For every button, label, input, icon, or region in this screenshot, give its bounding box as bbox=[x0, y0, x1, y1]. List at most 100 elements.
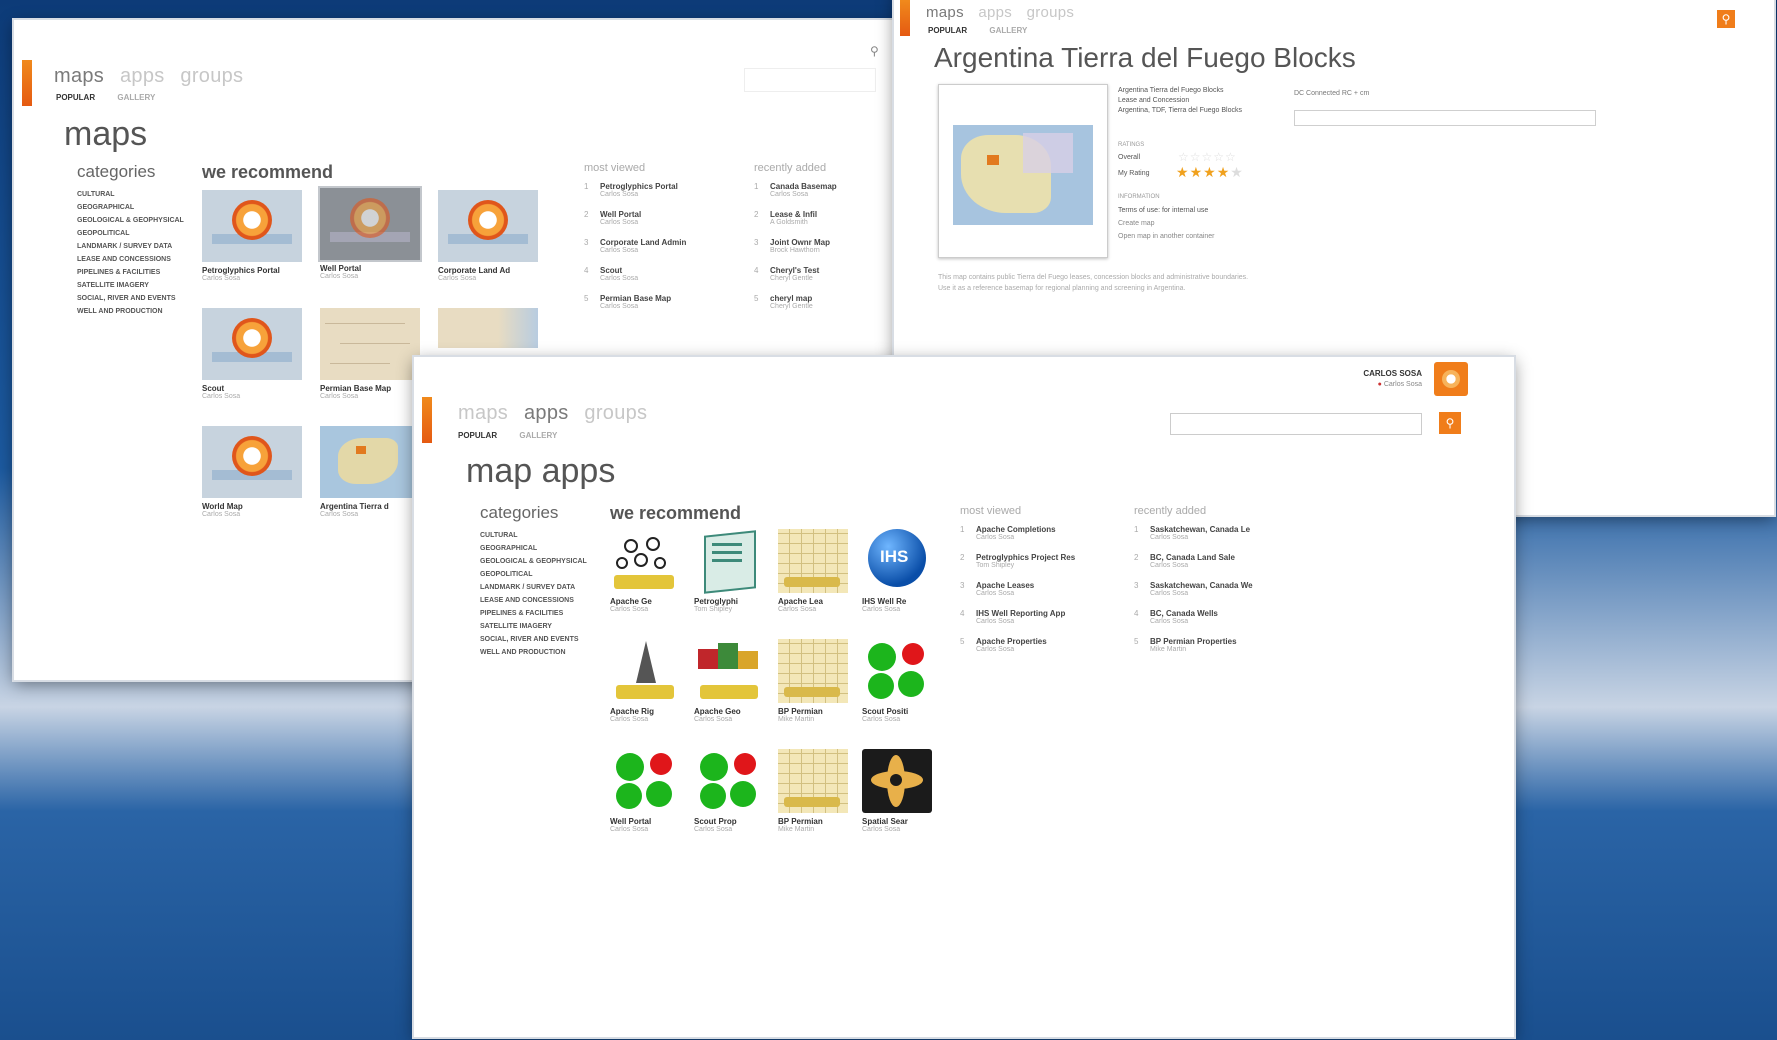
app-tile[interactable]: Apache Geo Carlos Sosa bbox=[694, 639, 770, 723]
map-tile[interactable]: Permian Base Map Carlos Sosa bbox=[320, 308, 420, 400]
list-item[interactable]: 4 IHS Well Reporting App Carlos Sosa bbox=[960, 609, 1075, 637]
map-tile[interactable]: Petroglyphics Portal Carlos Sosa bbox=[202, 190, 302, 282]
list-item[interactable]: 1 Apache Completions Carlos Sosa bbox=[960, 525, 1075, 553]
star-icon[interactable]: ★ bbox=[1190, 164, 1204, 180]
map-title: Well Portal bbox=[320, 264, 362, 273]
list-item[interactable]: 2 Petroglyphics Project Res Tom Shipley bbox=[960, 553, 1075, 581]
list-item[interactable]: 1 Canada Basemap Carlos Sosa bbox=[754, 182, 837, 210]
list-item[interactable]: 2 Well Portal Carlos Sosa bbox=[584, 210, 686, 238]
nav-maps[interactable]: maps bbox=[458, 402, 508, 425]
nav-apps[interactable]: apps bbox=[978, 4, 1012, 21]
subnav-popular[interactable]: POPULAR bbox=[56, 93, 95, 102]
subnav-gallery[interactable]: GALLERY bbox=[519, 431, 557, 440]
map-tile[interactable]: Corporate Land Ad Carlos Sosa bbox=[438, 190, 538, 282]
category-item[interactable]: PIPELINES & FACILITIES bbox=[77, 266, 184, 279]
nav-maps[interactable]: maps bbox=[54, 65, 104, 88]
category-item[interactable]: GEOPOLITICAL bbox=[480, 568, 587, 581]
star-icon[interactable]: ★ bbox=[1203, 164, 1217, 180]
app-tile[interactable]: Spatial Sear Carlos Sosa bbox=[862, 749, 938, 833]
subnav-popular[interactable]: POPULAR bbox=[458, 431, 497, 440]
open-map-link[interactable]: Open map in another container bbox=[1118, 230, 1215, 243]
avatar[interactable] bbox=[1434, 362, 1468, 396]
page-title: Argentina Tierra del Fuego Blocks bbox=[934, 42, 1356, 73]
nav-apps[interactable]: apps bbox=[524, 402, 569, 425]
category-item[interactable]: CULTURAL bbox=[480, 529, 587, 542]
list-item[interactable]: 5 cheryl map Cheryl Gentle bbox=[754, 294, 837, 322]
app-owner: Carlos Sosa bbox=[610, 716, 649, 723]
map-thumbnail bbox=[318, 186, 422, 262]
category-item[interactable]: LANDMARK / SURVEY DATA bbox=[480, 581, 587, 594]
list-item[interactable]: 5 Permian Base Map Carlos Sosa bbox=[584, 294, 686, 322]
nav-maps[interactable]: maps bbox=[926, 4, 964, 21]
nav-groups[interactable]: groups bbox=[584, 402, 647, 425]
category-item[interactable]: GEOGRAPHICAL bbox=[77, 201, 184, 214]
map-tile[interactable]: Well Portal Carlos Sosa bbox=[318, 186, 422, 280]
app-tile[interactable]: Scout Prop Carlos Sosa bbox=[694, 749, 770, 833]
app-tile[interactable]: BP Permian Mike Martin bbox=[778, 749, 854, 833]
my-rating-stars[interactable]: ★★★★★ bbox=[1176, 164, 1244, 181]
map-tile[interactable]: Scout Carlos Sosa bbox=[202, 308, 302, 400]
map-preview[interactable] bbox=[938, 84, 1108, 258]
list-item[interactable]: 3 Corporate Land Admin Carlos Sosa bbox=[584, 238, 686, 266]
star-icon[interactable]: ★ bbox=[1217, 164, 1231, 180]
user-name[interactable]: CARLOS SOSA bbox=[1363, 369, 1422, 378]
category-item[interactable]: LANDMARK / SURVEY DATA bbox=[77, 240, 184, 253]
app-tile[interactable]: Well Portal Carlos Sosa bbox=[610, 749, 686, 833]
nav-groups[interactable]: groups bbox=[1027, 4, 1075, 21]
star-icon[interactable]: ★ bbox=[1230, 164, 1244, 180]
nav-apps[interactable]: apps bbox=[120, 65, 165, 88]
app-tile[interactable]: BP Permian Mike Martin bbox=[778, 639, 854, 723]
search-icon[interactable]: ⚲ bbox=[870, 44, 879, 58]
category-item[interactable]: GEOLOGICAL & GEOPHYSICAL bbox=[480, 555, 587, 568]
list-item[interactable]: 3 Saskatchewan, Canada We Carlos Sosa bbox=[1134, 581, 1253, 609]
subnav-gallery[interactable]: GALLERY bbox=[989, 26, 1027, 35]
list-item[interactable]: 5 Apache Properties Carlos Sosa bbox=[960, 637, 1075, 665]
category-item[interactable]: WELL AND PRODUCTION bbox=[77, 305, 184, 318]
subnav-gallery[interactable]: GALLERY bbox=[117, 93, 155, 102]
category-item[interactable]: WELL AND PRODUCTION bbox=[480, 646, 587, 659]
category-item[interactable]: LEASE AND CONCESSIONS bbox=[480, 594, 587, 607]
list-item[interactable]: 1 Petroglyphics Portal Carlos Sosa bbox=[584, 182, 686, 210]
app-tile[interactable]: Scout Positi Carlos Sosa bbox=[862, 639, 938, 723]
map-thumbnail bbox=[438, 190, 538, 262]
app-tile[interactable]: Petroglyphi Tom Shipley bbox=[694, 529, 770, 613]
list-item[interactable]: 5 BP Permian Properties Mike Martin bbox=[1134, 637, 1253, 665]
search-button[interactable]: ⚲ bbox=[1717, 10, 1735, 28]
category-item[interactable]: PIPELINES & FACILITIES bbox=[480, 607, 587, 620]
app-tile[interactable]: Apache Ge Carlos Sosa bbox=[610, 529, 686, 613]
map-tile[interactable]: Argentina Tierra d Carlos Sosa bbox=[320, 426, 420, 518]
map-tile[interactable]: World Map Carlos Sosa bbox=[202, 426, 302, 518]
nav-groups[interactable]: groups bbox=[180, 65, 243, 88]
list-item[interactable]: 3 Joint Ownr Map Brock Hawthorn bbox=[754, 238, 837, 266]
recommend-heading: we recommend bbox=[202, 162, 334, 182]
category-item[interactable]: GEOPOLITICAL bbox=[77, 227, 184, 240]
search-input[interactable] bbox=[744, 68, 876, 92]
search-button[interactable]: ⚲ bbox=[1439, 412, 1461, 434]
category-item[interactable]: GEOGRAPHICAL bbox=[480, 542, 587, 555]
category-item[interactable]: GEOLOGICAL & GEOPHYSICAL bbox=[77, 214, 184, 227]
embed-input[interactable] bbox=[1294, 110, 1596, 126]
list-item[interactable]: 2 Lease & Infil A Goldsmith bbox=[754, 210, 837, 238]
list-item[interactable]: 2 BC, Canada Land Sale Carlos Sosa bbox=[1134, 553, 1253, 581]
list-item[interactable]: 4 Scout Carlos Sosa bbox=[584, 266, 686, 294]
category-item[interactable]: SATELLITE IMAGERY bbox=[77, 279, 184, 292]
app-title: Apache Ge bbox=[610, 597, 652, 606]
category-item[interactable]: LEASE AND CONCESSIONS bbox=[77, 253, 184, 266]
app-tile[interactable]: IHS IHS Well Re Carlos Sosa bbox=[862, 529, 938, 613]
create-map-link[interactable]: Create map bbox=[1118, 217, 1215, 230]
most-viewed-list: 1 Petroglyphics Portal Carlos Sosa 2 Well P… bbox=[584, 182, 686, 322]
list-item[interactable]: 4 BC, Canada Wells Carlos Sosa bbox=[1134, 609, 1253, 637]
subnav-popular[interactable]: POPULAR bbox=[928, 26, 967, 35]
app-tile[interactable]: Apache Rig Carlos Sosa bbox=[610, 639, 686, 723]
search-input[interactable] bbox=[1170, 413, 1422, 435]
list-item[interactable]: 3 Apache Leases Carlos Sosa bbox=[960, 581, 1075, 609]
category-item[interactable]: CULTURAL bbox=[77, 188, 184, 201]
list-item[interactable]: 4 Cheryl's Test Cheryl Gentle bbox=[754, 266, 837, 294]
app-tile[interactable]: Apache Lea Carlos Sosa bbox=[778, 529, 854, 613]
map-tile[interactable] bbox=[438, 308, 538, 348]
list-item[interactable]: 1 Saskatchewan, Canada Le Carlos Sosa bbox=[1134, 525, 1253, 553]
category-item[interactable]: SOCIAL, RIVER AND EVENTS bbox=[480, 633, 587, 646]
star-icon[interactable]: ★ bbox=[1176, 164, 1190, 180]
category-item[interactable]: SATELLITE IMAGERY bbox=[480, 620, 587, 633]
category-item[interactable]: SOCIAL, RIVER AND EVENTS bbox=[77, 292, 184, 305]
